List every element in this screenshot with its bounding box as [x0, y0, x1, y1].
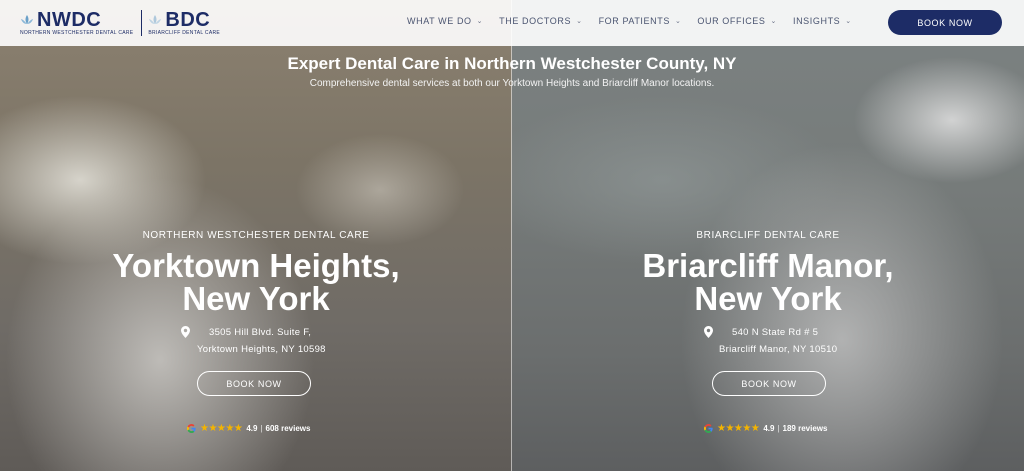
- rating-score: 4.9: [763, 424, 775, 433]
- chevron-down-icon: ⌄: [845, 18, 852, 25]
- location-name-line1: Yorktown Heights,: [112, 247, 400, 284]
- nav-item-what-we-do[interactable]: WHAT WE DO ⌄: [407, 16, 483, 26]
- logo-nwdc-text: NWDC: [37, 9, 102, 31]
- top-navigation-bar: NWDC NORTHERN WESTCHESTER DENTAL CARE BD…: [0, 0, 1024, 46]
- address: 3505 Hill Blvd. Suite F, Yorktown Height…: [0, 325, 512, 363]
- nav-item-label: FOR PATIENTS: [598, 16, 670, 26]
- logo-separator: [141, 10, 143, 36]
- book-now-yorktown-button[interactable]: BOOK NOW: [197, 371, 311, 396]
- book-now-button[interactable]: BOOK NOW: [888, 10, 1002, 35]
- lotus-icon: [149, 15, 162, 24]
- google-rating-yorktown[interactable]: ★★★★★ 4.9 | 608 reviews: [187, 423, 310, 434]
- address: 540 N State Rd # 5 Briarcliff Manor, NY …: [512, 325, 1024, 363]
- chevron-down-icon: ⌄: [770, 18, 777, 25]
- chevron-down-icon: ⌄: [674, 18, 682, 25]
- practice-name: NORTHERN WESTCHESTER DENTAL CARE: [142, 230, 370, 241]
- logo-bdc: BDC BRIARCLIFF DENTAL CARE: [148, 10, 220, 36]
- rating-review-count: 189 reviews: [782, 424, 828, 433]
- chevron-down-icon: ⌄: [576, 18, 583, 25]
- map-pin-icon: [704, 326, 713, 338]
- location-name-line2: New York: [694, 280, 842, 317]
- rating-stars: ★★★★★: [200, 423, 243, 434]
- rating-score: 4.9: [246, 424, 258, 433]
- google-icon: [704, 424, 713, 433]
- nav-item-label: INSIGHTS: [792, 16, 841, 26]
- location-name-line2: New York: [182, 280, 330, 317]
- lotus-icon: [21, 15, 33, 24]
- nav-item-the-doctors[interactable]: THE DOCTORS ⌄: [499, 16, 582, 26]
- address-line1: 540 N State Rd # 5: [732, 327, 819, 338]
- site-logo[interactable]: NWDC NORTHERN WESTCHESTER DENTAL CARE BD…: [20, 8, 220, 38]
- nav-item-label: OUR OFFICES: [697, 16, 766, 26]
- nav-item-insights[interactable]: INSIGHTS ⌄: [793, 16, 852, 26]
- location-yorktown: NORTHERN WESTCHESTER DENTAL CARE Yorktow…: [0, 230, 512, 363]
- main-nav: WHAT WE DO ⌄ THE DOCTORS ⌄ FOR PATIENTS …: [407, 16, 868, 26]
- address-line1: 3505 Hill Blvd. Suite F,: [209, 327, 312, 338]
- logo-bdc-subtitle: BRIARCLIFF DENTAL CARE: [148, 30, 221, 36]
- page-subtitle: Comprehensive dental services at both ou…: [309, 78, 715, 89]
- address-line2: Briarcliff Manor, NY 10510: [719, 344, 838, 355]
- map-pin-icon: [181, 326, 190, 338]
- nav-item-label: THE DOCTORS: [499, 16, 572, 26]
- logo-nwdc-subtitle: NORTHERN WESTCHESTER DENTAL CARE: [20, 30, 134, 36]
- logo-nwdc: NWDC NORTHERN WESTCHESTER DENTAL CARE: [20, 10, 133, 36]
- rating-separator: |: [260, 424, 263, 433]
- location-name-line1: Briarcliff Manor,: [642, 247, 894, 284]
- location-briarcliff: BRIARCLIFF DENTAL CARE Briarcliff Manor,…: [512, 230, 1024, 363]
- nav-item-for-patients[interactable]: FOR PATIENTS ⌄: [599, 16, 682, 26]
- page-title: Expert Dental Care in Northern Westchest…: [287, 54, 737, 73]
- chevron-down-icon: ⌄: [476, 18, 484, 25]
- google-rating-briarcliff[interactable]: ★★★★★ 4.9 | 189 reviews: [704, 423, 827, 434]
- rating-separator: |: [777, 424, 780, 433]
- location-name: Briarcliff Manor, New York: [512, 249, 1024, 315]
- location-name: Yorktown Heights, New York: [0, 249, 512, 315]
- nav-item-label: WHAT WE DO: [407, 16, 472, 26]
- address-line2: Yorktown Heights, NY 10598: [197, 344, 326, 355]
- book-now-briarcliff-button[interactable]: BOOK NOW: [712, 371, 826, 396]
- nav-item-our-offices[interactable]: OUR OFFICES ⌄: [697, 16, 777, 26]
- rating-review-count: 608 reviews: [265, 424, 311, 433]
- logo-bdc-text: BDC: [165, 9, 211, 31]
- rating-stars: ★★★★★: [717, 423, 760, 434]
- google-icon: [187, 424, 196, 433]
- practice-name: BRIARCLIFF DENTAL CARE: [696, 230, 840, 241]
